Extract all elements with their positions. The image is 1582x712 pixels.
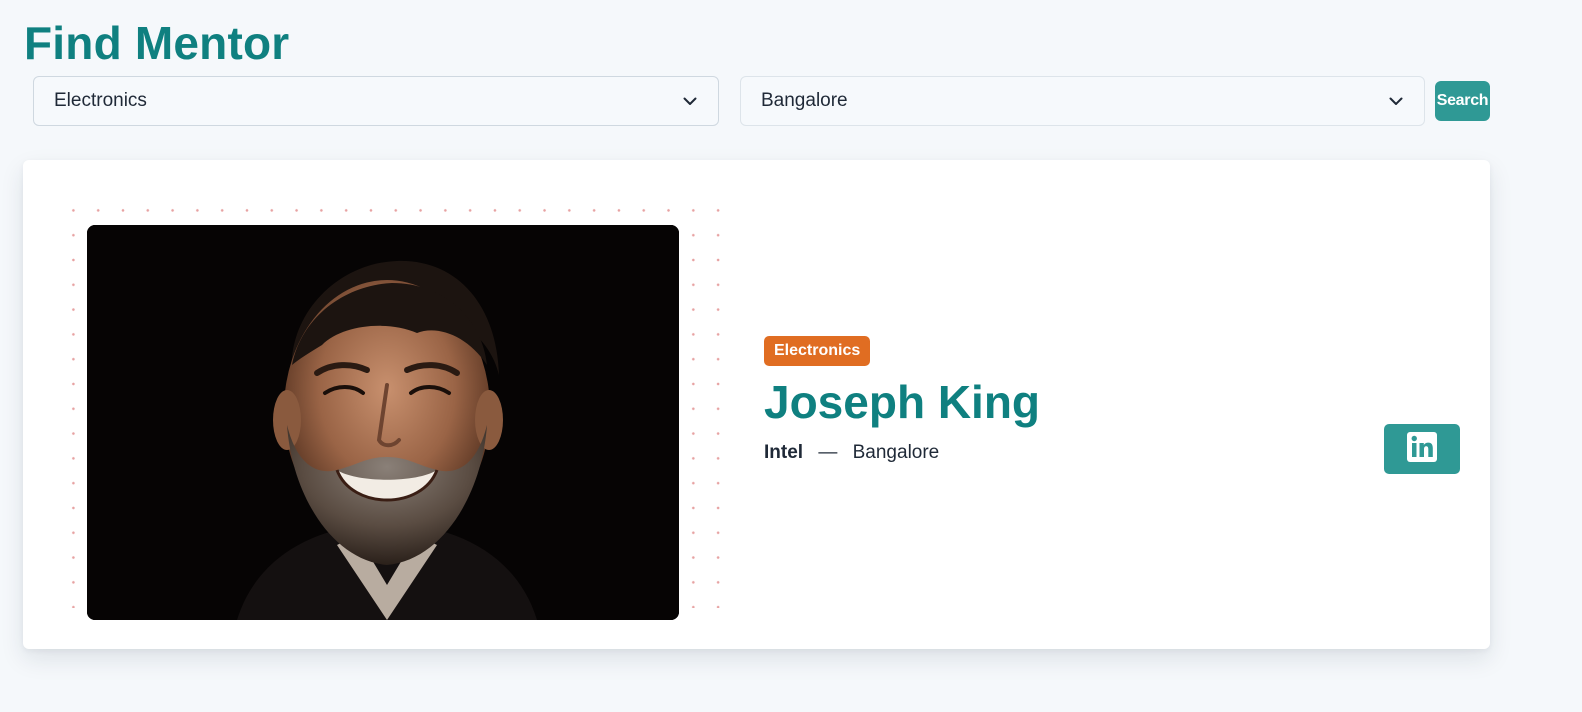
linkedin-button[interactable] <box>1384 424 1460 474</box>
category-badge: Electronics <box>764 336 871 366</box>
location-select-value: Bangalore <box>761 90 848 111</box>
category-select-value: Electronics <box>54 90 147 111</box>
category-select[interactable]: Electronics <box>33 76 719 126</box>
page-title: Find Mentor <box>24 17 290 69</box>
mentor-photo <box>87 225 679 620</box>
mentor-location: Bangalore <box>852 442 940 463</box>
mentor-name: Joseph King <box>764 376 1041 428</box>
mentor-card: Electronics Joseph King Intel — Bangalor… <box>23 160 1490 649</box>
search-button[interactable]: Search <box>1435 81 1490 121</box>
meta-separator: — <box>818 442 838 463</box>
chevron-down-icon <box>682 93 698 109</box>
chevron-down-icon <box>1388 93 1404 109</box>
location-select[interactable]: Bangalore <box>740 76 1425 126</box>
mentor-company: Intel <box>764 442 804 463</box>
mentor-meta: Intel — Bangalore <box>764 440 1040 466</box>
linkedin-icon <box>1407 431 1437 467</box>
mentor-info: Electronics Joseph King Intel — Bangalor… <box>764 336 1040 466</box>
